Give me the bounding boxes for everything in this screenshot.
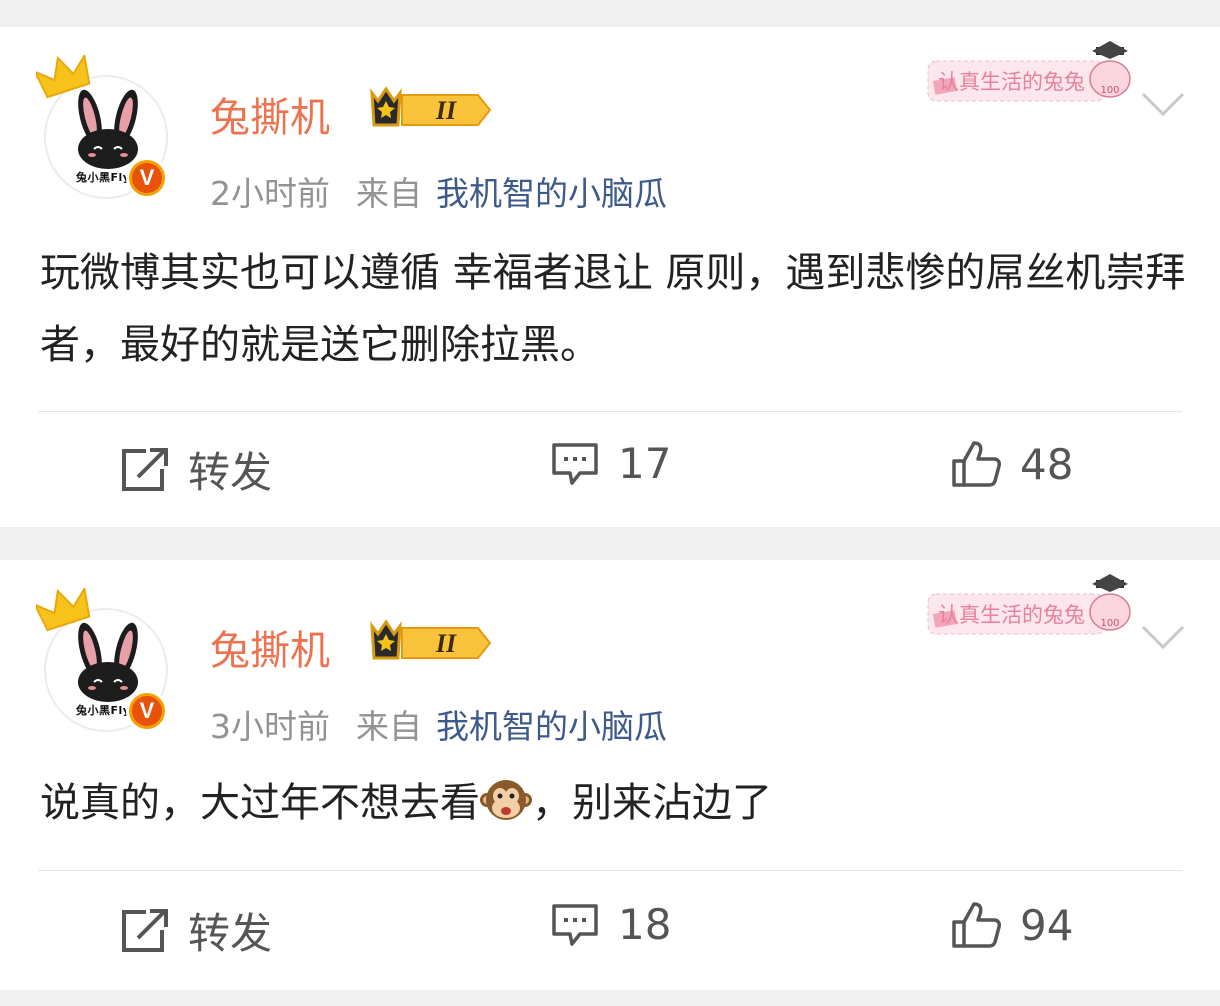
verified-badge-icon: V [126, 690, 168, 732]
comment-count: 18 [618, 900, 672, 949]
sticker-badge: 100 [1100, 618, 1119, 629]
post-source-link[interactable]: 我机智的小脑瓜 [436, 174, 667, 213]
like-count: 48 [1020, 439, 1074, 489]
vip-badge[interactable]: II [368, 618, 496, 664]
monkey-emoji-icon [480, 780, 532, 820]
post-source-link[interactable]: 我机智的小脑瓜 [436, 707, 667, 746]
like-icon [952, 902, 1001, 948]
username[interactable]: 兔撕机 [210, 85, 330, 143]
from-label: 来自 [356, 707, 422, 746]
like-button[interactable]: 48 [950, 439, 1073, 489]
repost-label: 转发 [188, 448, 273, 497]
comment-button[interactable]: 17 [550, 439, 671, 488]
username[interactable]: 兔撕机 [210, 618, 330, 676]
verified-badge-icon: V [126, 157, 168, 199]
vip-level-text: II [435, 96, 457, 125]
like-icon [952, 441, 1001, 487]
weibo-post-card: 兔小黑Flyi V 兔撕机 II 认真生活的兔兔 100 3小时前 来自 我机智的小… [0, 560, 1220, 990]
post-time: 2小时前 [210, 174, 330, 213]
post-meta: 3小时前 来自 我机智的小脑瓜 [210, 700, 667, 748]
post-content-part: 说真的，大过年不想去看 [40, 780, 480, 826]
post-content[interactable]: 玩微博其实也可以遵循 幸福者退让 原则，遇到悲惨的屌丝机崇拜者，最好的就是送它删… [40, 237, 1190, 381]
repost-icon [122, 908, 168, 952]
comment-button[interactable]: 18 [550, 900, 671, 949]
profile-sticker: 认真生活的兔兔 100 [926, 39, 1136, 113]
post-content[interactable]: 说真的，大过年不想去看 ，别来沾边了 [40, 767, 1190, 839]
vip-badge[interactable]: II [368, 85, 496, 131]
repost-icon [122, 447, 168, 491]
crown-icon [36, 588, 91, 632]
comment-count: 17 [618, 439, 672, 488]
post-content-part: ，别来沾边了 [532, 780, 772, 826]
repost-label: 转发 [188, 909, 273, 958]
sticker-text: 认真生活的兔兔 [938, 603, 1085, 627]
crown-icon [36, 55, 91, 99]
chevron-down-icon[interactable] [1140, 624, 1186, 652]
profile-sticker: 认真生活的兔兔 100 [926, 572, 1136, 646]
comment-icon [552, 903, 598, 946]
weibo-post-card: 兔小黑Flyi V 兔撕机 II 认真生活的兔兔 100 2小时前 来自 我机智的小… [0, 27, 1220, 527]
avatar[interactable]: 兔小黑Flyi V [36, 55, 186, 205]
divider [38, 870, 1182, 871]
repost-button[interactable]: 转发 [120, 900, 272, 961]
chevron-down-icon[interactable] [1140, 91, 1186, 119]
repost-button[interactable]: 转发 [120, 439, 272, 500]
avatar[interactable]: 兔小黑Flyi V [36, 588, 186, 738]
sticker-text: 认真生活的兔兔 [938, 70, 1085, 94]
from-label: 来自 [356, 174, 422, 213]
divider [38, 411, 1182, 412]
sticker-badge: 100 [1100, 85, 1119, 96]
comment-icon [552, 442, 598, 485]
post-meta: 2小时前 来自 我机智的小脑瓜 [210, 167, 667, 215]
like-count: 94 [1020, 900, 1074, 950]
post-time: 3小时前 [210, 707, 330, 746]
vip-level-text: II [435, 629, 457, 658]
like-button[interactable]: 94 [950, 900, 1073, 950]
